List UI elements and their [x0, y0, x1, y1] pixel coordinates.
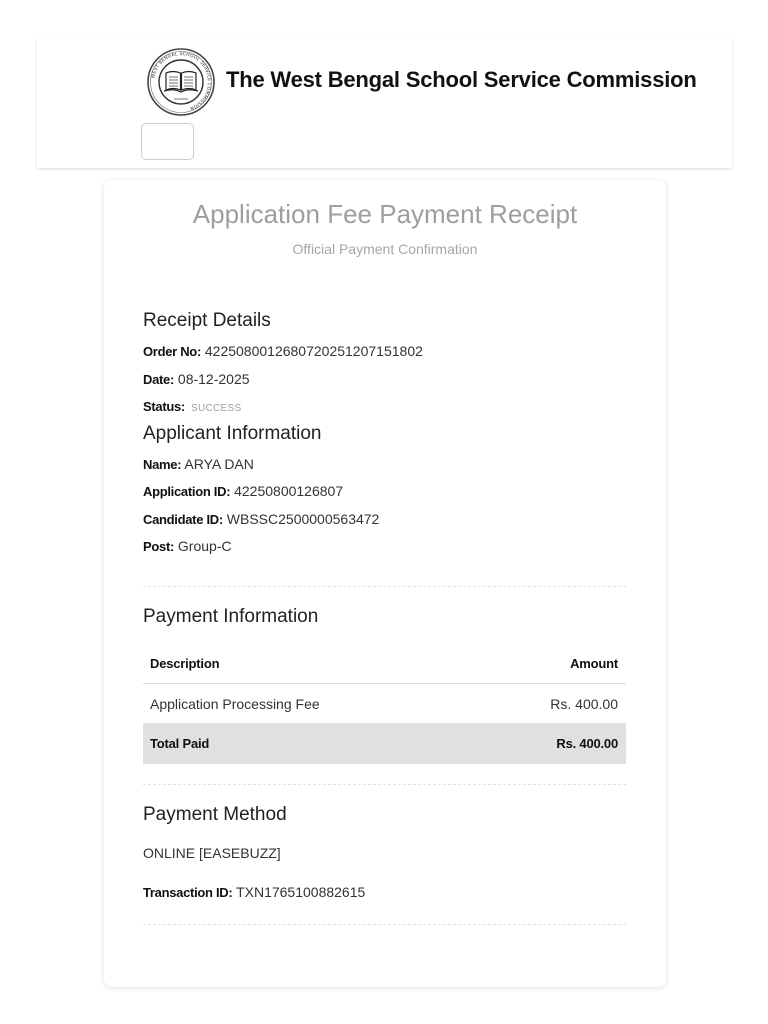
wbssc-seal-icon: WEST BENGAL SCHOOL SERVICE COMMISSION [147, 48, 215, 116]
application-id-value: 42250800126807 [234, 483, 344, 499]
header-button[interactable] [141, 123, 194, 160]
candidate-id-row: Candidate ID: WBSSC2500000563472 [143, 510, 379, 529]
total-row: Total Paid Rs. 400.00 [143, 723, 626, 764]
receipt-subtitle: Official Payment Confirmation [292, 241, 478, 257]
post-label: Post: [143, 539, 175, 554]
order-no-value: 4225080012680720251207151802 [204, 343, 423, 359]
date-value: 08-12-2025 [177, 371, 250, 387]
section-divider [143, 924, 626, 925]
order-no-label: Order No: [143, 344, 201, 359]
applicant-info-heading: Applicant Information [143, 423, 322, 444]
receipt-card: Application Fee Payment Receipt Official… [104, 180, 666, 987]
candidate-id-label: Candidate ID: [143, 512, 223, 527]
application-id-row: Application ID: 42250800126807 [143, 482, 343, 501]
payment-info-heading: Payment Information [143, 606, 319, 627]
date-row: Date: 08-12-2025 [143, 370, 250, 389]
column-header-description: Description [150, 655, 220, 671]
payment-method-heading: Payment Method [143, 804, 287, 825]
name-row: Name: ARYA DAN [143, 455, 254, 474]
receipt-details-heading: Receipt Details [143, 310, 271, 331]
total-label: Total Paid [150, 736, 210, 751]
section-divider [143, 784, 626, 785]
organization-name: The West Bengal School Service Commissio… [226, 67, 697, 92]
section-divider [143, 586, 626, 587]
fee-amount: Rs. 400.00 [550, 695, 618, 712]
post-value: Group-C [177, 538, 232, 554]
status-row: Status: SUCCESS [143, 397, 241, 418]
application-id-label: Application ID: [143, 484, 231, 499]
status-label: Status: [143, 399, 185, 414]
payment-method-value: ONLINE [EASEBUZZ] [143, 845, 281, 861]
receipt-title: Application Fee Payment Receipt [192, 199, 578, 229]
date-label: Date: [143, 372, 175, 387]
fee-description: Application Processing Fee [150, 695, 320, 712]
order-no-row: Order No: 4225080012680720251207151802 [143, 342, 423, 361]
name-value: ARYA DAN [184, 456, 254, 472]
payment-table: Description Amount Application Processin… [143, 643, 626, 764]
transaction-id-value: TXN1765100882615 [236, 884, 366, 900]
candidate-id-value: WBSSC2500000563472 [226, 511, 380, 527]
total-amount: Rs. 400.00 [556, 736, 618, 751]
header-bar: WEST BENGAL SCHOOL SERVICE COMMISSION Th… [37, 38, 732, 168]
transaction-id-label: Transaction ID: [143, 885, 233, 900]
status-badge: SUCCESS [190, 403, 242, 414]
post-row: Post: Group-C [143, 537, 232, 556]
table-header-row: Description Amount [143, 643, 626, 684]
name-label: Name: [143, 457, 182, 472]
table-row: Application Processing Fee Rs. 400.00 [143, 684, 626, 723]
transaction-id-row: Transaction ID: TXN1765100882615 [143, 883, 365, 902]
column-header-amount: Amount [570, 655, 618, 671]
